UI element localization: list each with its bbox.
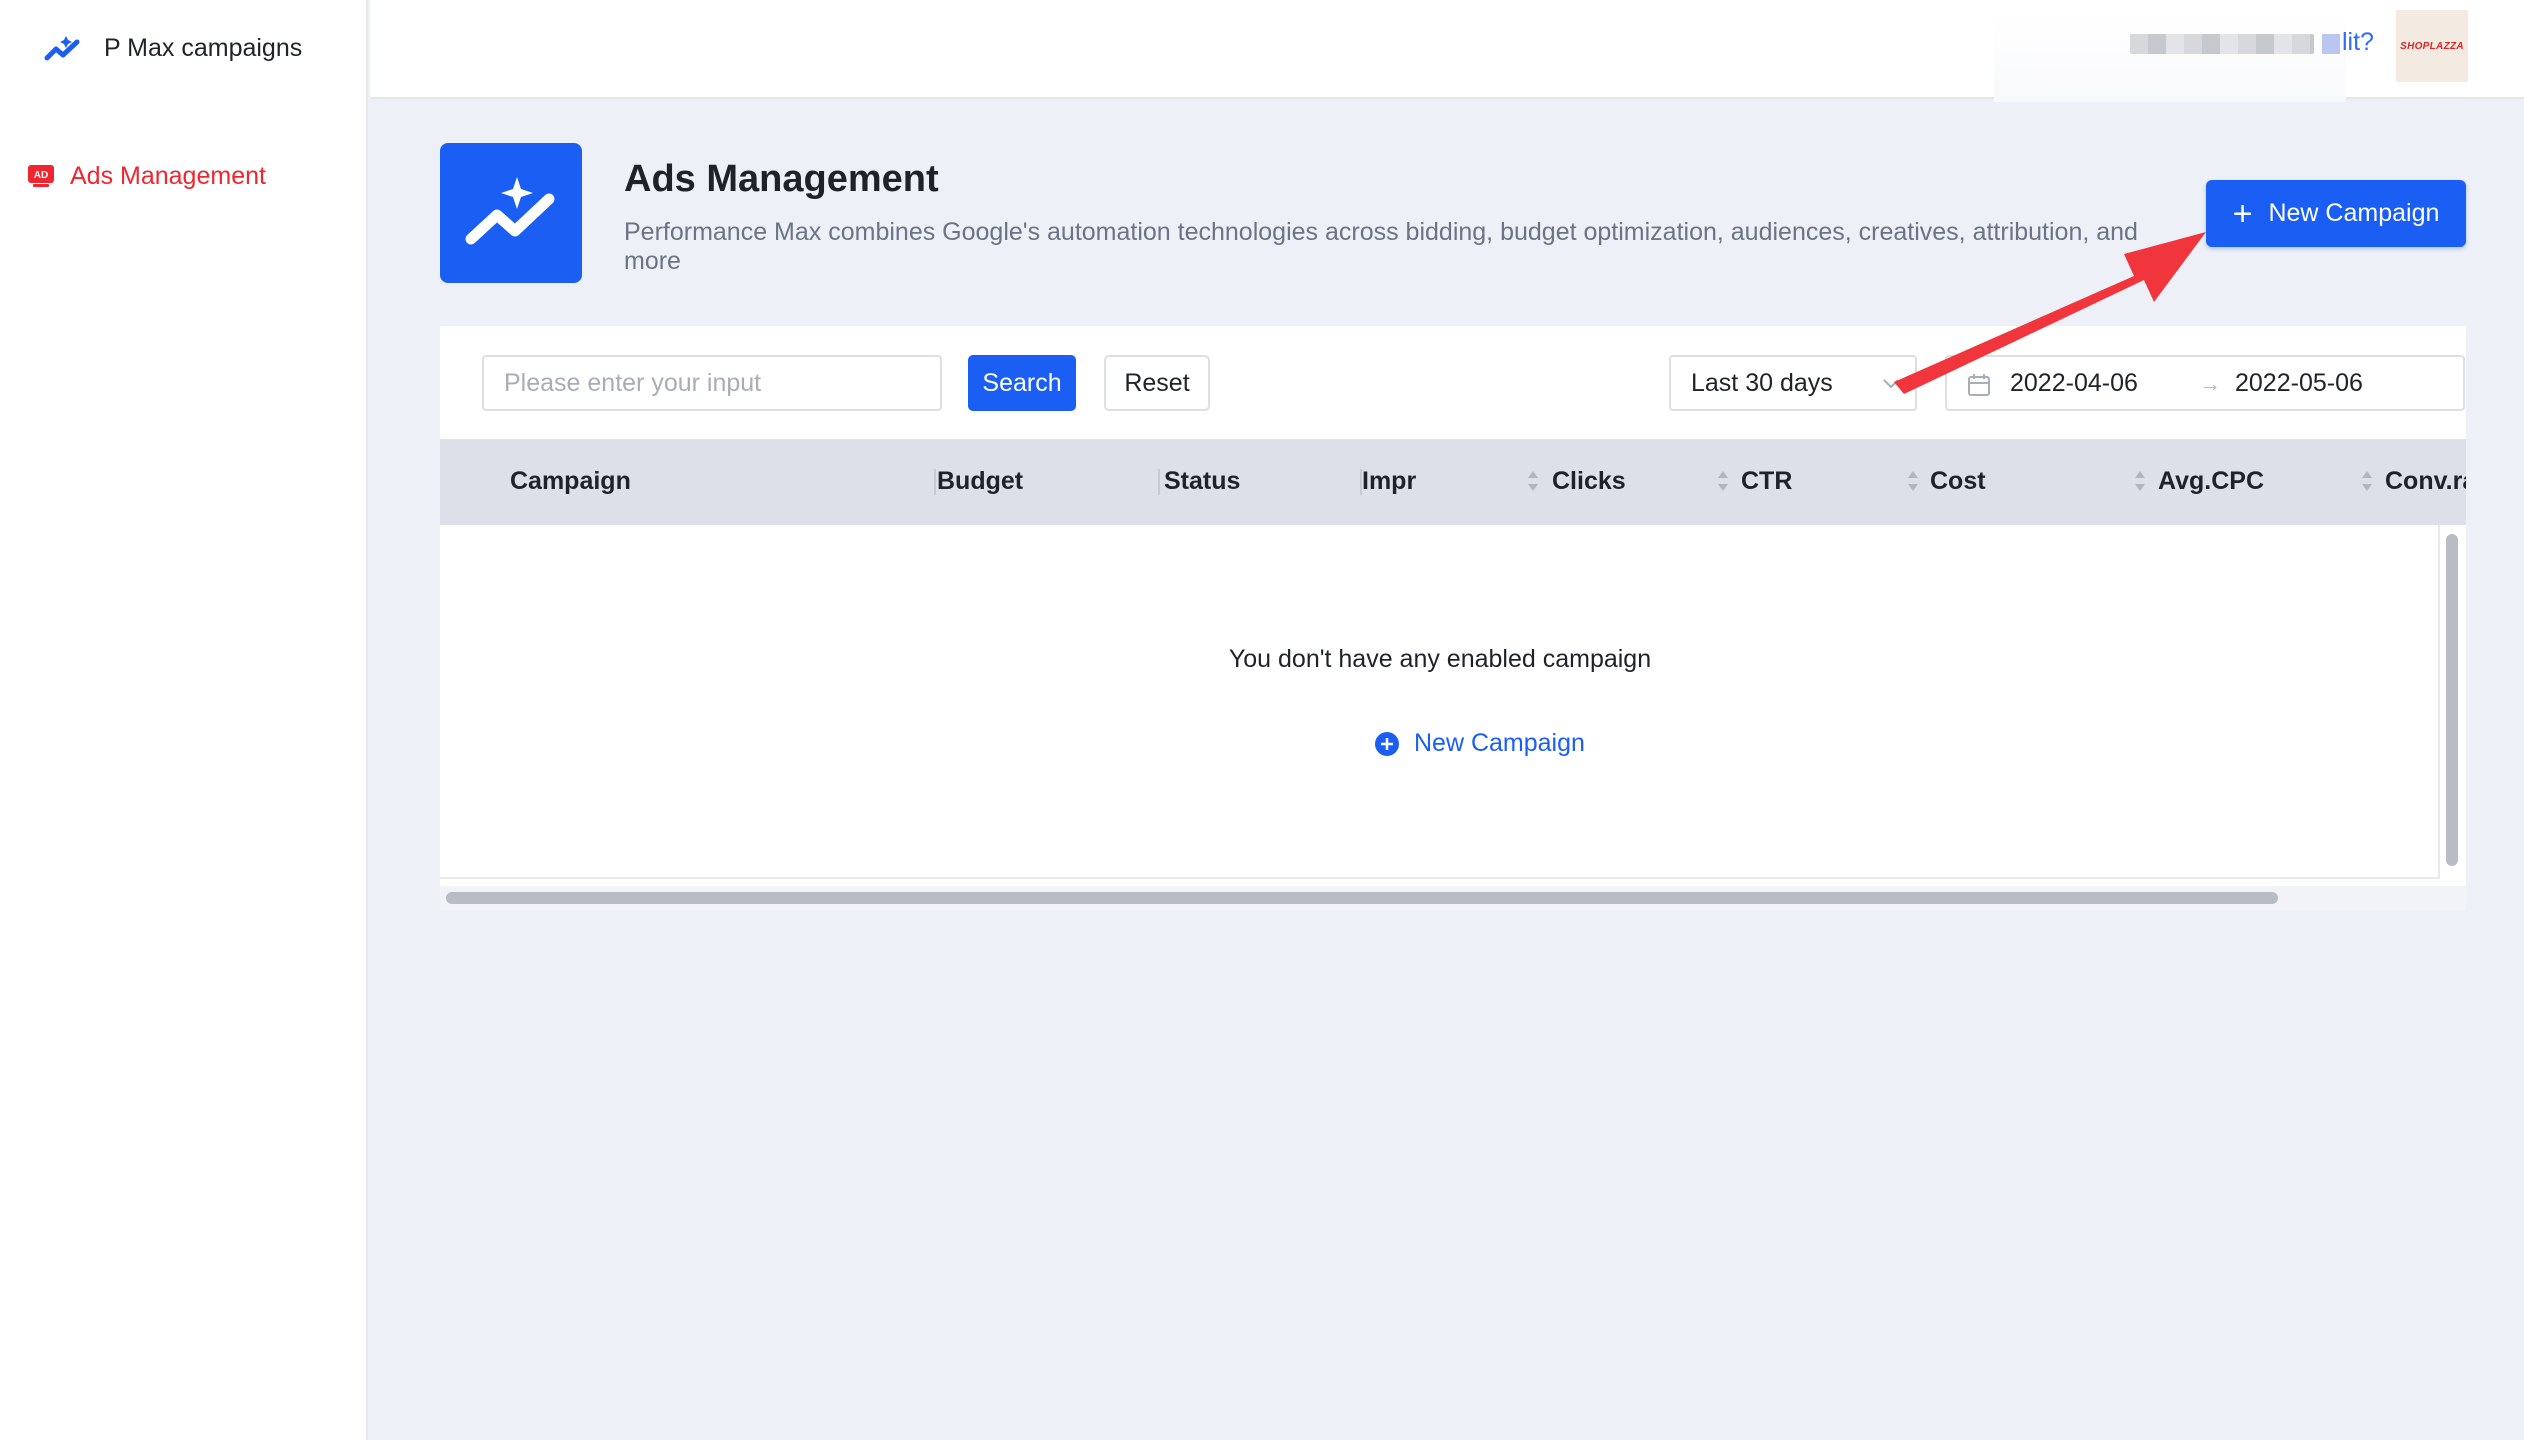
column-header-impr[interactable]: Impr xyxy=(1362,467,1416,496)
sidebar-item-ads-management[interactable]: AD Ads Management xyxy=(26,156,266,196)
trend-sparkle-icon xyxy=(42,28,82,68)
column-divider xyxy=(1158,469,1160,495)
plus-circle-icon xyxy=(1375,731,1399,756)
svg-text:AD: AD xyxy=(34,170,48,181)
new-campaign-button[interactable]: + New Campaign xyxy=(2206,180,2466,247)
end-date[interactable]: 2022-05-06 xyxy=(2235,369,2363,398)
column-header-avg-cpc[interactable]: Avg.CPC xyxy=(2158,467,2264,496)
sidebar: P Max campaigns AD Ads Management xyxy=(0,0,368,1440)
column-header-ctr[interactable]: CTR xyxy=(1741,467,1792,496)
table-body: You don't have any enabled campaign New … xyxy=(440,525,2440,879)
sort-icon[interactable] xyxy=(2360,469,2374,493)
table-header: Campaign Budget Status Impr Clicks CTR C… xyxy=(440,439,2466,525)
new-campaign-label: New Campaign xyxy=(2268,199,2440,227)
search-button[interactable]: Search xyxy=(968,355,1076,411)
chevron-down-icon xyxy=(1883,379,1899,389)
empty-new-campaign-link[interactable]: New Campaign xyxy=(1374,729,1585,758)
pmax-logo xyxy=(440,143,582,283)
column-header-conv-rate[interactable]: Conv.ra xyxy=(2385,467,2466,496)
avatar-logo-text: SHOPLAZZA xyxy=(2400,40,2464,52)
column-header-cost[interactable]: Cost xyxy=(1930,467,1986,496)
arrow-right-icon: → xyxy=(2199,371,2221,396)
date-range-picker[interactable]: 2022-04-06 → 2022-05-06 xyxy=(1945,355,2465,411)
top-header: lit? SHOPLAZZA xyxy=(370,0,2524,102)
reset-button[interactable]: Reset xyxy=(1104,355,1210,411)
empty-new-campaign-label: New Campaign xyxy=(1414,729,1585,757)
ad-badge-icon: AD xyxy=(26,161,56,191)
campaign-card: Search Reset Last 30 days 2022-04-06 → 2… xyxy=(440,326,2466,910)
calendar-icon xyxy=(1968,374,1990,396)
page-description: Performance Max combines Google's automa… xyxy=(624,218,2138,275)
redacted-text xyxy=(2130,34,2314,54)
app-brand[interactable]: P Max campaigns xyxy=(42,28,302,68)
column-header-clicks[interactable]: Clicks xyxy=(1552,467,1626,496)
sort-icon[interactable] xyxy=(1526,469,1540,493)
date-range-select[interactable]: Last 30 days xyxy=(1669,355,1917,411)
header-user-area xyxy=(1994,16,2346,102)
empty-state-text: You don't have any enabled campaign xyxy=(1228,645,1652,673)
plus-icon: + xyxy=(2232,194,2253,233)
search-input[interactable] xyxy=(482,355,942,411)
app-title: P Max campaigns xyxy=(104,33,303,62)
date-range-value: Last 30 days xyxy=(1691,368,1833,397)
redacted-text xyxy=(2322,34,2340,54)
vertical-scrollbar[interactable] xyxy=(2446,534,2458,866)
column-header-status[interactable]: Status xyxy=(1164,467,1240,496)
sort-icon[interactable] xyxy=(2133,469,2147,493)
sort-icon[interactable] xyxy=(1716,469,1730,493)
trend-sparkle-icon xyxy=(465,177,555,245)
start-date[interactable]: 2022-04-06 xyxy=(2010,369,2138,398)
column-divider xyxy=(934,469,936,495)
sidebar-item-label: Ads Management xyxy=(70,161,266,190)
sort-icon[interactable] xyxy=(1906,469,1920,493)
store-avatar[interactable]: SHOPLAZZA xyxy=(2396,10,2468,82)
horizontal-scrollbar[interactable] xyxy=(446,892,2278,904)
column-header-budget[interactable]: Budget xyxy=(937,467,1023,496)
page-title: Ads Management xyxy=(624,158,939,200)
column-header-campaign[interactable]: Campaign xyxy=(510,467,631,496)
header-link[interactable]: lit? xyxy=(2342,28,2374,57)
